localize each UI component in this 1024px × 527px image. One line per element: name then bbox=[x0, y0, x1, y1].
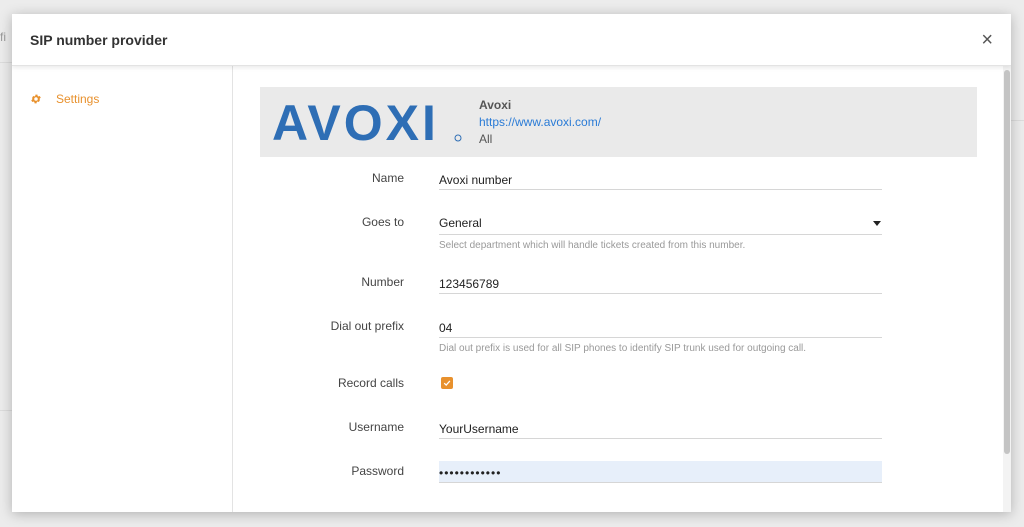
password-input[interactable] bbox=[439, 461, 882, 483]
sidebar-item-settings[interactable]: Settings bbox=[12, 92, 232, 106]
number-label: Number bbox=[361, 275, 404, 289]
modal-sidebar: Settings bbox=[12, 66, 233, 512]
form-row-goes-to: Goes to General Select department which … bbox=[260, 212, 1011, 272]
provider-info: Avoxi https://www.avoxi.com/ All bbox=[479, 97, 601, 148]
dial-out-prefix-hint: Dial out prefix is used for all SIP phon… bbox=[439, 343, 807, 354]
record-calls-label: Record calls bbox=[337, 376, 404, 390]
record-calls-field-wrap bbox=[439, 377, 882, 389]
form-row-name: Name bbox=[260, 168, 1011, 212]
settings-content: AVOXI Avoxi https://www.avoxi.com/ All N… bbox=[233, 66, 1011, 512]
form-row-password: Password bbox=[260, 461, 1011, 491]
provider-card: AVOXI Avoxi https://www.avoxi.com/ All bbox=[260, 87, 977, 157]
modal-title: SIP number provider bbox=[30, 31, 168, 48]
goes-to-hint: Select department which will handle tick… bbox=[439, 240, 746, 251]
background-text-fragment: fi bbox=[0, 30, 6, 44]
background-divider bbox=[1011, 120, 1024, 121]
name-input[interactable] bbox=[439, 168, 882, 190]
dial-out-prefix-field-wrap: Dial out prefix is used for all SIP phon… bbox=[439, 316, 882, 354]
logo-wordmark: AVOXI bbox=[272, 100, 439, 144]
username-field-wrap bbox=[439, 417, 882, 439]
avoxi-logo-graphic: AVOXI bbox=[272, 100, 462, 144]
scrollbar-thumb[interactable] bbox=[1004, 70, 1010, 454]
form-row-number: Number bbox=[260, 272, 1011, 316]
goes-to-label: Goes to bbox=[361, 215, 404, 229]
background-divider bbox=[0, 62, 12, 63]
modal-body: Settings AVOXI Avoxi https://www.avoxi.c… bbox=[12, 66, 1011, 512]
sidebar-item-label: Settings bbox=[56, 92, 100, 106]
username-label: Username bbox=[348, 420, 404, 434]
provider-url-link[interactable]: https://www.avoxi.com/ bbox=[479, 114, 601, 131]
goes-to-selected-value: General bbox=[439, 216, 482, 230]
close-icon[interactable]: × bbox=[981, 30, 993, 50]
number-input[interactable] bbox=[439, 272, 882, 294]
form-row-dial-out-prefix: Dial out prefix Dial out prefix is used … bbox=[260, 316, 1011, 376]
modal-header: SIP number provider × bbox=[12, 14, 1011, 66]
sip-provider-modal: SIP number provider × Settings AVOXI Avo… bbox=[12, 14, 1011, 512]
avoxi-logo: AVOXI bbox=[260, 87, 465, 157]
form-row-username: Username bbox=[260, 417, 1011, 461]
name-field-wrap bbox=[439, 168, 882, 190]
provider-name: Avoxi bbox=[479, 97, 512, 112]
number-field-wrap bbox=[439, 272, 882, 294]
chevron-down-icon bbox=[873, 220, 881, 226]
name-label: Name bbox=[371, 171, 404, 185]
form-row-record-calls: Record calls bbox=[260, 376, 1011, 417]
dial-out-prefix-input[interactable] bbox=[439, 316, 882, 338]
dial-out-prefix-label: Dial out prefix bbox=[330, 319, 404, 333]
password-field-wrap bbox=[439, 461, 882, 483]
background-divider bbox=[0, 410, 12, 411]
record-calls-checkbox[interactable] bbox=[441, 377, 453, 389]
provider-scope: All bbox=[479, 131, 493, 146]
password-label: Password bbox=[351, 464, 404, 478]
goes-to-field-wrap: General Select department which will han… bbox=[439, 212, 882, 251]
provider-form: Name Goes to General Select department w… bbox=[260, 168, 1011, 491]
gear-icon bbox=[31, 94, 41, 104]
content-scrollbar[interactable] bbox=[1003, 66, 1011, 512]
check-icon bbox=[443, 380, 451, 387]
username-input[interactable] bbox=[439, 417, 882, 439]
goes-to-select[interactable]: General bbox=[439, 212, 882, 235]
